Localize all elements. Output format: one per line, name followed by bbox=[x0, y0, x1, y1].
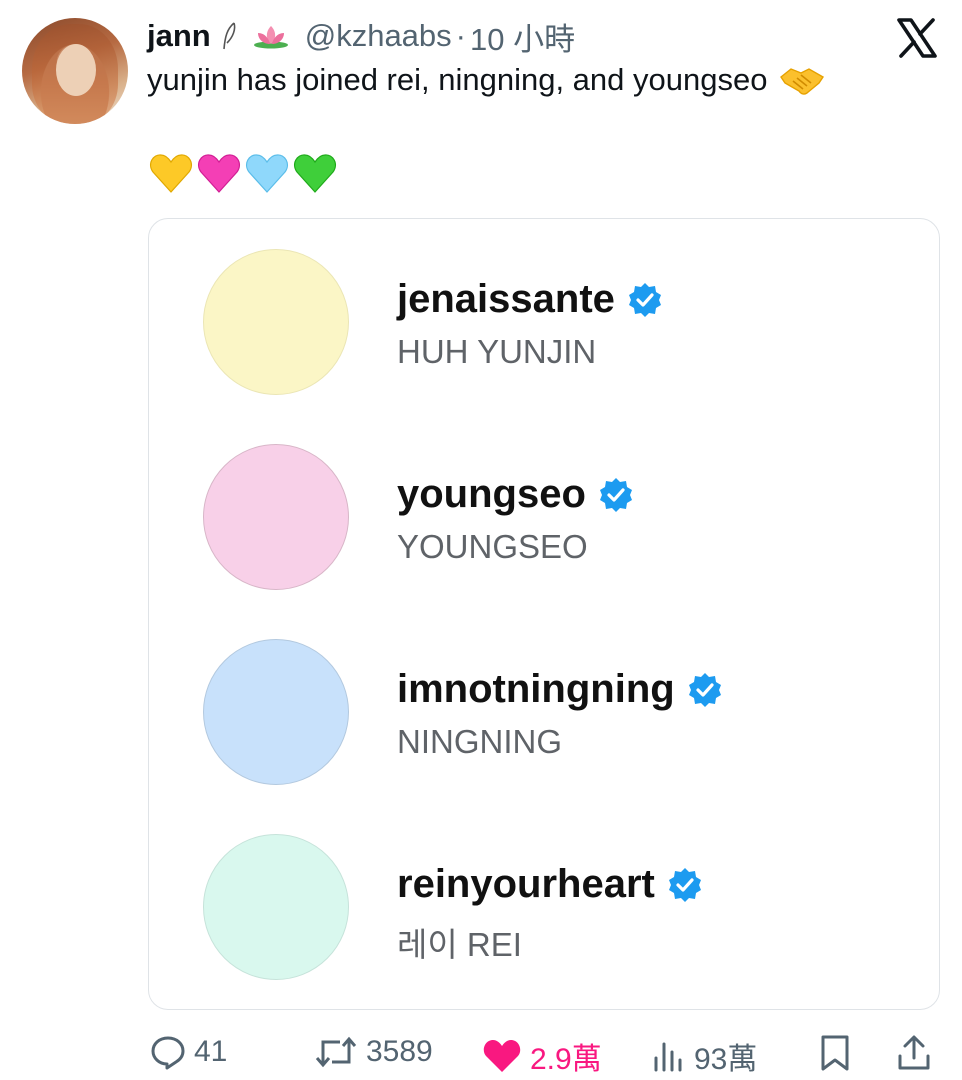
action-bar: 41 3589 2.9萬 93萬 bbox=[0, 1026, 962, 1078]
username-text: reinyourheart bbox=[397, 862, 655, 906]
heart-filled-icon bbox=[483, 1040, 521, 1072]
reply-icon bbox=[151, 1036, 185, 1070]
verified-badge-icon bbox=[688, 672, 721, 707]
avatar-face bbox=[56, 44, 96, 96]
heart-emoji-row bbox=[149, 152, 337, 194]
verified-badge-icon bbox=[668, 867, 701, 902]
verified-badge-icon bbox=[628, 282, 661, 317]
tweet-text: yunjin has joined rei, ningning, and you… bbox=[147, 62, 825, 98]
profile-row: jenaissante HUH YUNJIN bbox=[149, 219, 939, 395]
yellow-heart-icon bbox=[149, 154, 193, 193]
light-blue-heart-icon bbox=[245, 154, 289, 193]
username-text: youngseo bbox=[397, 472, 586, 516]
bookmark-icon bbox=[821, 1035, 849, 1071]
reply-button[interactable]: 41 bbox=[150, 1034, 227, 1070]
author-handle[interactable]: @kzhaabs bbox=[305, 18, 452, 54]
retweet-button[interactable]: 3589 bbox=[314, 1034, 433, 1070]
pink-heart-icon bbox=[197, 154, 241, 193]
like-button[interactable]: 2.9萬 bbox=[482, 1034, 602, 1078]
retweet-icon bbox=[315, 1036, 357, 1068]
like-count: 2.9萬 bbox=[530, 1043, 602, 1076]
green-heart-icon bbox=[293, 154, 337, 193]
profile-full-name: YOUNGSEO bbox=[397, 528, 588, 565]
author-name[interactable]: jann bbox=[147, 18, 211, 54]
profile-row: youngseo YOUNGSEO bbox=[149, 414, 939, 590]
profile-avatar bbox=[203, 444, 349, 590]
profile-avatar bbox=[203, 834, 349, 980]
retweet-count: 3589 bbox=[366, 1035, 433, 1068]
tweet-timestamp[interactable]: 10 小時 bbox=[470, 14, 575, 59]
profile-full-name: 레이 REI bbox=[397, 926, 522, 963]
lotus-icon bbox=[253, 26, 288, 49]
bookmark-button[interactable] bbox=[818, 1034, 852, 1072]
author-avatar[interactable] bbox=[22, 18, 128, 124]
x-logo-icon bbox=[897, 18, 937, 58]
profile-avatar bbox=[203, 249, 349, 395]
username-text: imnotningning bbox=[397, 667, 675, 711]
feather-icon bbox=[222, 22, 236, 50]
view-count: 93萬 bbox=[694, 1043, 758, 1076]
handshake-icon bbox=[780, 68, 825, 95]
profile-username: jenaissante bbox=[397, 277, 663, 322]
media-card[interactable]: jenaissante HUH YUNJIN youngseo YOUNGSEO… bbox=[148, 218, 940, 1010]
tweet-body: yunjin has joined rei, ningning, and you… bbox=[147, 62, 768, 97]
views-chart-icon bbox=[654, 1042, 682, 1072]
username-text: jenaissante bbox=[397, 277, 615, 321]
profile-row: imnotningning NINGNING bbox=[149, 609, 939, 785]
profile-username: reinyourheart bbox=[397, 862, 703, 907]
profile-username: imnotningning bbox=[397, 667, 723, 712]
profile-full-name: NINGNING bbox=[397, 723, 562, 760]
separator-dot: · bbox=[455, 18, 466, 53]
share-button[interactable] bbox=[896, 1034, 932, 1072]
profile-avatar bbox=[203, 639, 349, 785]
verified-badge-icon bbox=[599, 477, 632, 512]
profile-row: reinyourheart 레이 REI bbox=[149, 804, 939, 980]
reply-count: 41 bbox=[194, 1035, 228, 1068]
views-button[interactable]: 93萬 bbox=[652, 1034, 757, 1078]
share-icon bbox=[898, 1035, 930, 1070]
profile-username: youngseo bbox=[397, 472, 634, 517]
tweet-header: jann @kzhaabs · 10 小時 bbox=[147, 14, 575, 58]
profile-full-name: HUH YUNJIN bbox=[397, 333, 597, 370]
